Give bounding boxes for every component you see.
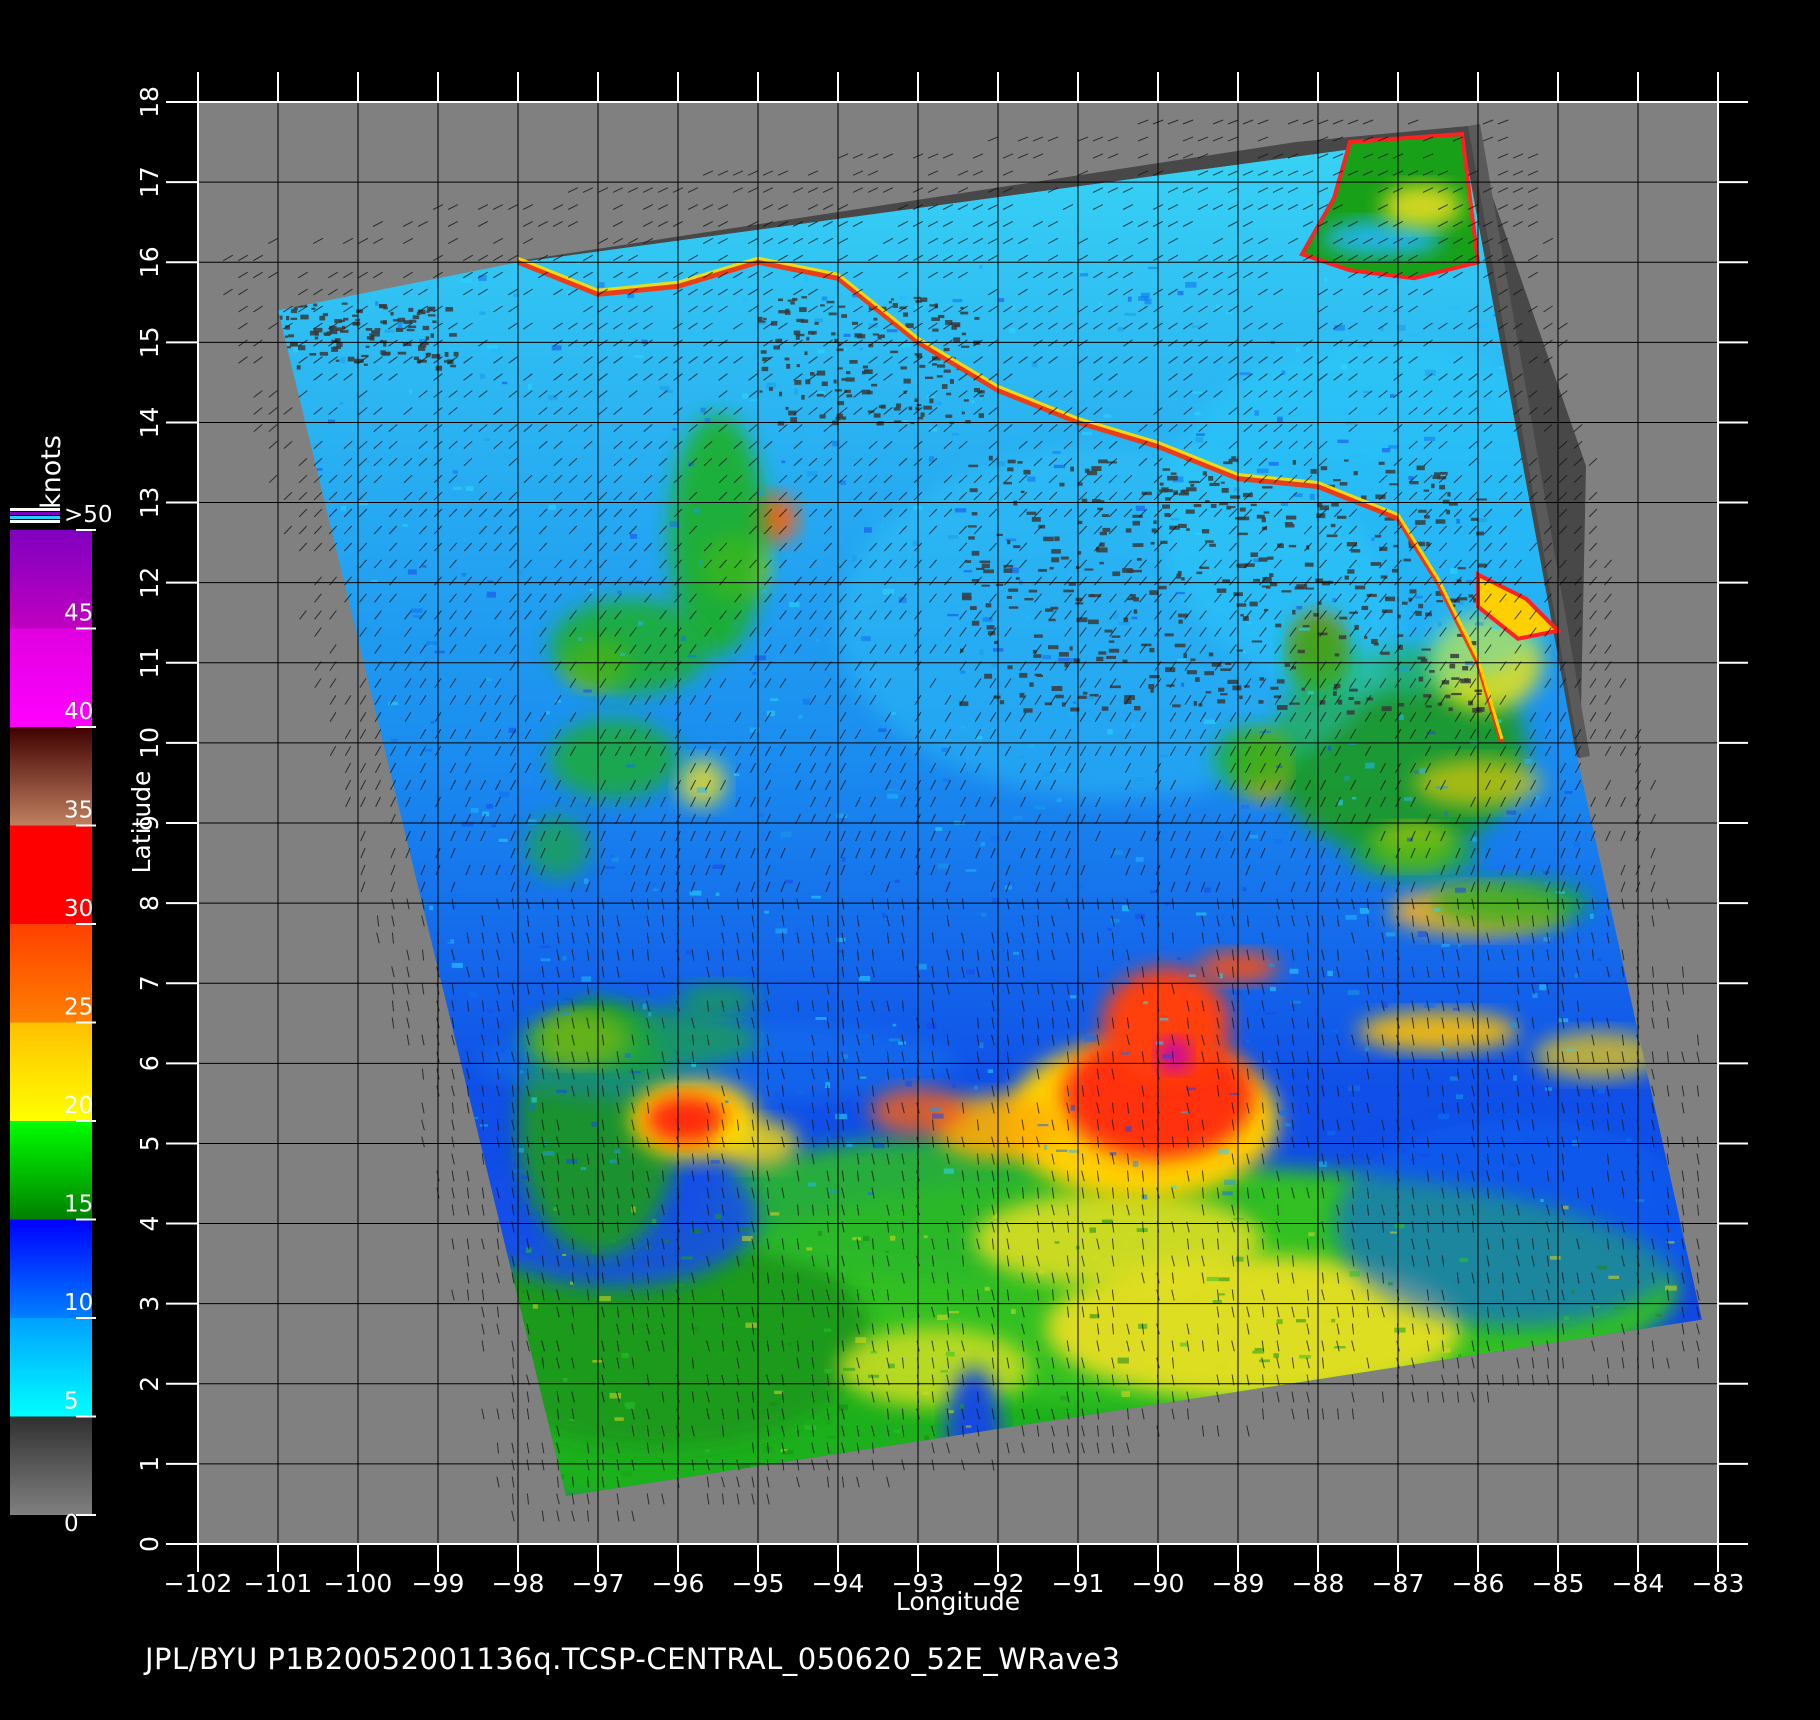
x-tick-label: −102	[164, 1569, 233, 1598]
x-tick-label: −101	[244, 1569, 313, 1598]
swath-blob-33	[678, 758, 726, 807]
footer-caption: JPL/BYU P1B20052001136q.TCSP-CENTRAL_050…	[145, 1642, 1121, 1676]
colorbar-tick-label: 20	[64, 1093, 93, 1119]
y-tick-label: 12	[135, 567, 164, 599]
swath-blob-45	[1350, 831, 1478, 880]
colorbar-tick-label: 30	[64, 896, 93, 922]
colorbar-stripe	[10, 516, 60, 519]
x-tick-label: −95	[732, 1569, 785, 1598]
y-tick-label: 2	[135, 1376, 164, 1392]
y-tick-label: 8	[135, 895, 164, 911]
y-tick-label: 4	[135, 1216, 164, 1232]
colorbar-stripe	[10, 512, 60, 515]
swath-blob-41	[526, 814, 590, 880]
swath-blob-40	[550, 718, 678, 799]
x-tick-label: −97	[572, 1569, 625, 1598]
y-tick-label: 1	[135, 1456, 164, 1472]
colorbar-tick-label: 5	[64, 1389, 79, 1415]
x-tick-label: −88	[1292, 1569, 1345, 1598]
colorbar-title: knots	[36, 435, 67, 509]
swath-blob-47	[678, 983, 758, 1016]
colorbar-tick-label: >50	[64, 502, 113, 528]
x-axis-label: Longitude	[896, 1587, 1020, 1616]
y-tick-label: 13	[135, 487, 164, 519]
y-tick-label: 10	[135, 727, 164, 759]
swath-blob-46	[518, 1007, 758, 1072]
swath-blob-17	[646, 1095, 726, 1144]
y-tick-label: 16	[135, 246, 164, 278]
y-tick-label: 3	[135, 1296, 164, 1312]
y-tick-label: 15	[135, 326, 164, 358]
x-tick-label: −83	[1692, 1569, 1745, 1598]
colorbar-stripe	[10, 520, 60, 523]
y-tick-label: 6	[135, 1055, 164, 1071]
x-tick-label: −87	[1372, 1569, 1425, 1598]
colorbar-tick-label: 45	[64, 601, 93, 627]
colorbar-band	[10, 1318, 92, 1417]
x-tick-label: −90	[1132, 1569, 1185, 1598]
colorbar-tick-label: 15	[64, 1192, 93, 1218]
x-tick-label: −86	[1452, 1569, 1505, 1598]
x-tick-label: −96	[652, 1569, 705, 1598]
y-tick-label: 0	[135, 1536, 164, 1552]
colorbar: 0 5 10 15 20 25 30 35 40 45 >50	[10, 502, 113, 1537]
x-tick-label: −98	[492, 1569, 545, 1598]
colorbar-tick-label: 0	[64, 1511, 79, 1537]
y-axis-label: Latitude	[127, 771, 156, 874]
x-tick-label: −99	[412, 1569, 465, 1598]
x-tick-label: −84	[1612, 1569, 1665, 1598]
colorbar-tick-label: 10	[64, 1290, 93, 1316]
y-tick-label: 18	[135, 86, 164, 118]
y-tick-label: 17	[135, 166, 164, 198]
y-tick-label: 14	[135, 407, 164, 439]
colorbar-tick-label: 25	[64, 995, 93, 1021]
colorbar-tick-label: 40	[64, 699, 93, 725]
swath-blob-25	[1358, 1011, 1518, 1052]
x-tick-label: −89	[1212, 1569, 1265, 1598]
wind-speed-figure: −102 −101 −100 −99 −98 −97 −96 −95 −94 −93 −92 −91−…	[10, 72, 1748, 1616]
x-tick-label: −91	[1052, 1569, 1105, 1598]
swath-blob-42	[1214, 726, 1294, 791]
colorbar-tick-label: 35	[64, 798, 93, 824]
x-tick-label: −85	[1532, 1569, 1585, 1598]
y-tick-label: 11	[135, 647, 164, 679]
x-tick-label: −100	[324, 1569, 393, 1598]
y-tick-label: 7	[135, 975, 164, 991]
x-tick-label: −94	[812, 1569, 865, 1598]
colorbar-band	[10, 1416, 92, 1515]
y-tick-label: 5	[135, 1135, 164, 1151]
swath-blob-5	[974, 1191, 1262, 1288]
